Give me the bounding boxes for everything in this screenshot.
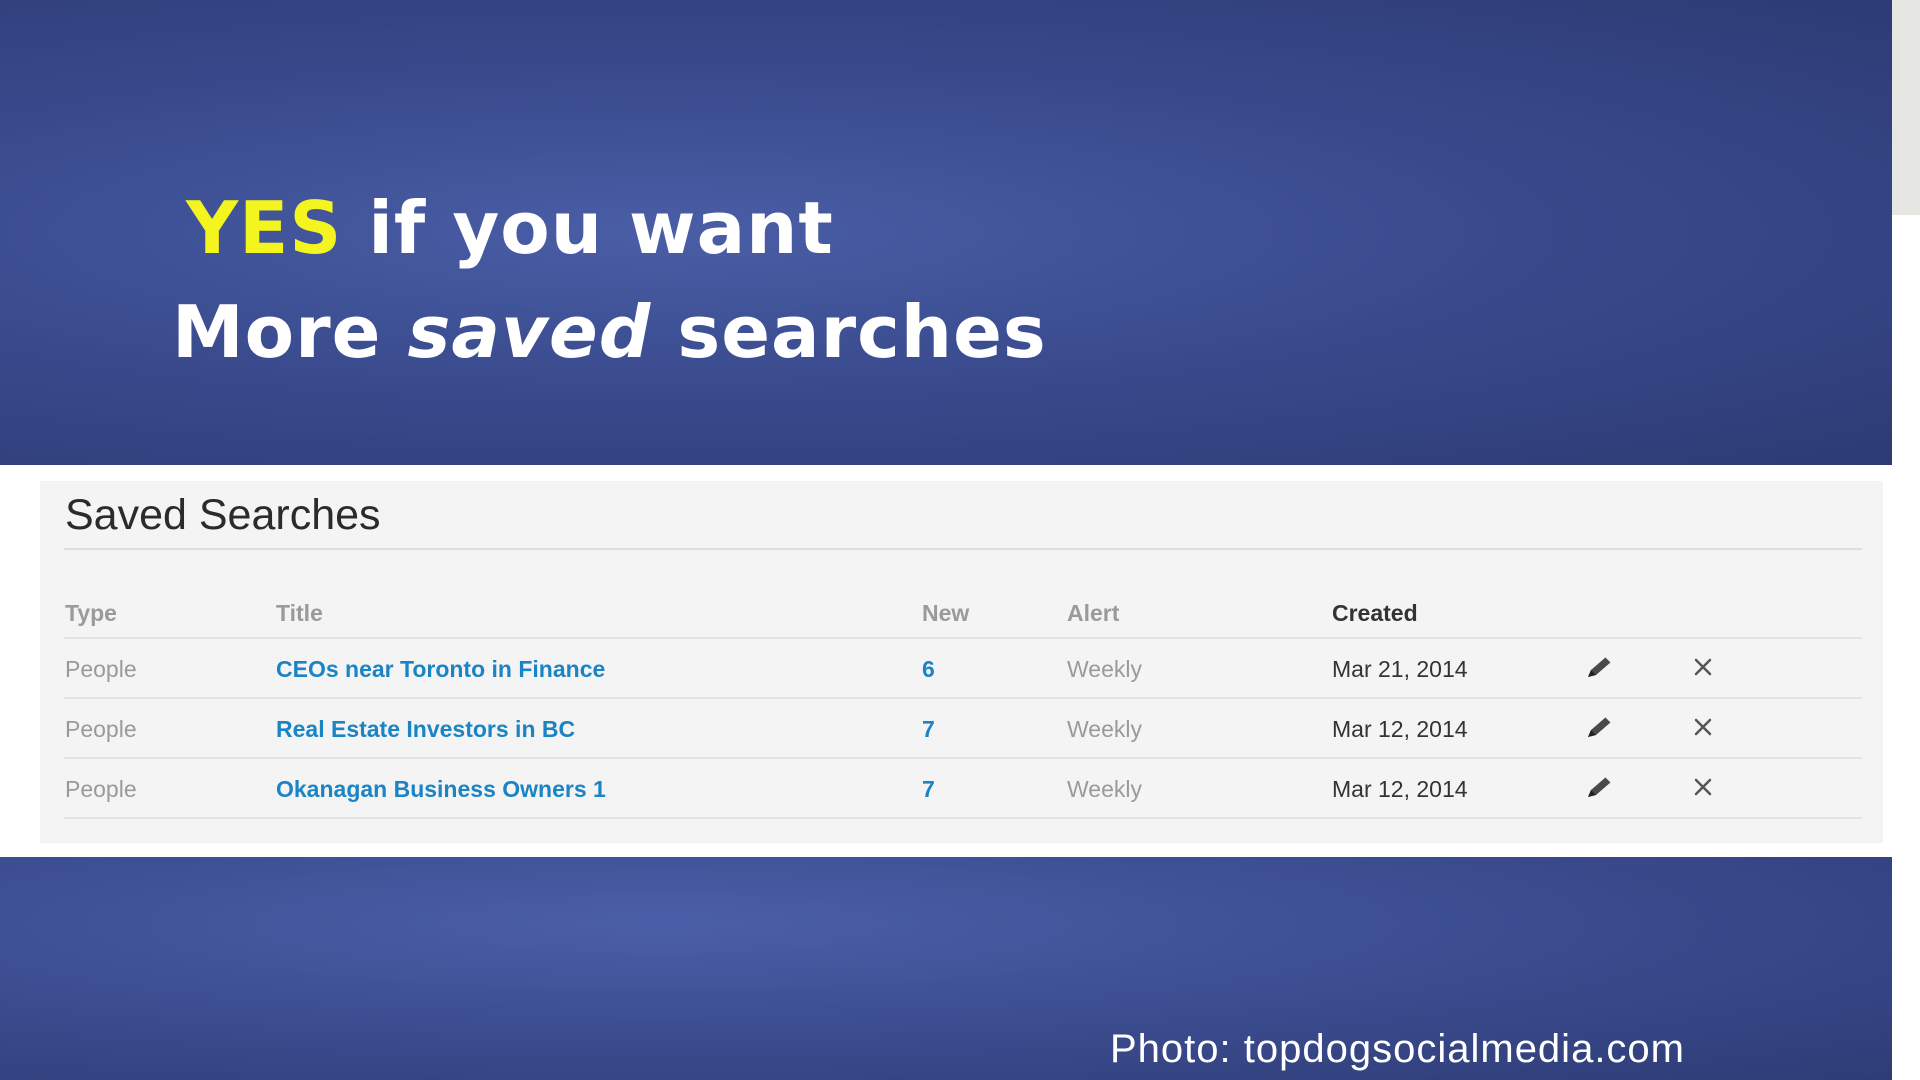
column-header-type[interactable]: Type: [65, 600, 117, 627]
row-divider: [64, 817, 1862, 819]
headline-line-1-text: if you want: [342, 186, 834, 270]
photo-credit: Photo: topdogsocialmedia.com: [1110, 1027, 1685, 1071]
panel-divider: [64, 548, 1862, 550]
row-new-count-link[interactable]: 7: [922, 776, 935, 803]
row-alert: Weekly: [1067, 716, 1142, 742]
row-title-link[interactable]: Real Estate Investors in BC: [276, 716, 575, 743]
scrollbar-track[interactable]: [1892, 0, 1920, 215]
row-created: Mar 12, 2014: [1332, 776, 1468, 802]
row-title-link[interactable]: CEOs near Toronto in Finance: [276, 656, 605, 683]
row-created: Mar 12, 2014: [1332, 716, 1468, 742]
row-new-count-link[interactable]: 6: [922, 656, 935, 683]
headline-line-2-end: searches: [651, 290, 1047, 374]
column-header-title[interactable]: Title: [276, 600, 323, 627]
table-row: People CEOs near Toronto in Finance 6 We…: [40, 639, 1883, 699]
panel-title: Saved Searches: [65, 491, 381, 539]
headline-line-2-start: More: [172, 290, 408, 374]
row-alert: Weekly: [1067, 656, 1142, 682]
pencil-icon[interactable]: [1582, 713, 1616, 743]
row-title-link[interactable]: Okanagan Business Owners 1: [276, 776, 606, 803]
column-header-created[interactable]: Created: [1332, 600, 1418, 627]
table-row: People Okanagan Business Owners 1 7 Week…: [40, 759, 1883, 819]
row-type: People: [65, 716, 137, 742]
column-header-new[interactable]: New: [922, 600, 969, 627]
close-icon[interactable]: [1688, 712, 1718, 742]
row-type: People: [65, 776, 137, 802]
saved-searches-panel: Saved Searches Type Title New Alert Crea…: [40, 481, 1883, 843]
row-new-count-link[interactable]: 7: [922, 716, 935, 743]
column-header-alert[interactable]: Alert: [1067, 600, 1119, 627]
row-created: Mar 21, 2014: [1332, 656, 1468, 682]
headline-line-2-italic: saved: [407, 290, 652, 374]
headline-yes: YES: [186, 186, 343, 270]
row-type: People: [65, 656, 137, 682]
pencil-icon[interactable]: [1582, 773, 1616, 803]
close-icon[interactable]: [1688, 652, 1718, 682]
close-icon[interactable]: [1688, 772, 1718, 802]
headline-line-1: YES if you want: [186, 192, 834, 264]
slide: YES if you want More saved searches Save…: [0, 0, 1920, 1080]
table-row: People Real Estate Investors in BC 7 Wee…: [40, 699, 1883, 759]
row-alert: Weekly: [1067, 776, 1142, 802]
headline-line-2: More saved searches: [172, 296, 1047, 368]
pencil-icon[interactable]: [1582, 653, 1616, 683]
